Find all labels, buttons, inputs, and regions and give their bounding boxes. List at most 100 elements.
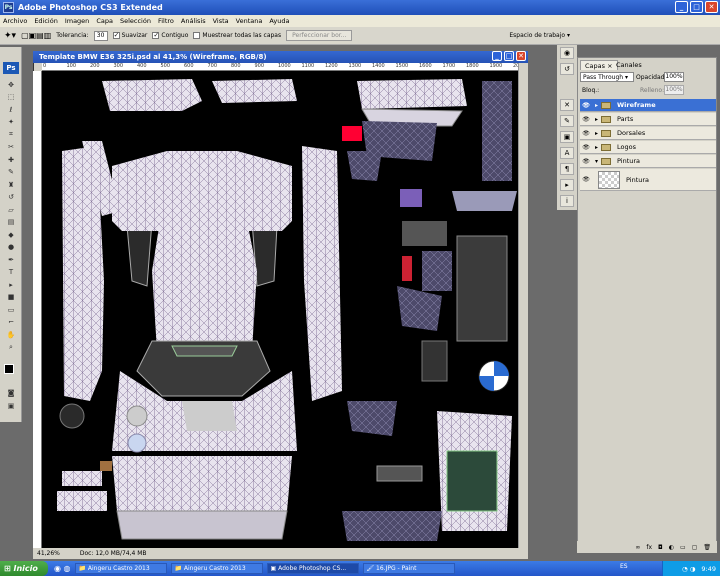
layer-row-logos[interactable]: 👁 ▸ Logos [580, 141, 716, 154]
eye-icon[interactable]: 👁 [580, 158, 592, 165]
layer-row-wireframe[interactable]: 👁 ▸ Wireframe [580, 99, 716, 112]
fill-input[interactable]: 100% [664, 85, 684, 95]
menu-vista[interactable]: Vista [213, 17, 229, 25]
doc-maximize-button[interactable]: □ [504, 51, 514, 61]
eye-icon[interactable]: 👁 [580, 116, 592, 123]
eye-icon[interactable]: 👁 [580, 144, 592, 151]
dodge-tool-icon[interactable]: ● [5, 243, 17, 252]
minimize-button[interactable]: _ [675, 1, 688, 13]
menu-edicion[interactable]: Edición [34, 17, 58, 25]
sample-all-checkbox[interactable]: Muestrear todas las capas [193, 32, 281, 39]
screen-mode-icon[interactable]: ▣ [5, 401, 17, 410]
selection-mode-icons[interactable]: ▢▣▤▥ [21, 31, 51, 40]
magic-wand-icon[interactable]: ✦▾ [4, 31, 16, 41]
magic-wand-tool-icon[interactable]: ✦ [5, 118, 17, 127]
menu-ventana[interactable]: Ventana [236, 17, 263, 25]
layer-row-pintura[interactable]: 👁 Pintura [580, 169, 716, 191]
collapse-icon[interactable]: ▾ [592, 158, 601, 165]
slice-tool-icon[interactable]: ✂ [5, 143, 17, 152]
link-layers-icon[interactable]: ∞ [635, 544, 640, 551]
contiguous-checkbox[interactable]: Contiguo [152, 31, 188, 39]
crop-tool-icon[interactable]: ⌗ [5, 130, 17, 139]
character-icon[interactable]: A [560, 147, 574, 159]
hand-tool-icon[interactable]: ✋ [5, 330, 17, 339]
notes-tool-icon[interactable]: ▭ [5, 305, 17, 314]
brushes-icon[interactable]: ✎ [560, 115, 574, 127]
actions-icon[interactable]: ▸ [560, 179, 574, 191]
foreground-color-swatch[interactable] [4, 364, 14, 374]
shape-tool-icon[interactable]: ■ [5, 293, 17, 302]
paragraph-icon[interactable]: ¶ [560, 163, 574, 175]
refine-edge-button[interactable]: Perfeccionar bor... [286, 30, 353, 41]
document-title-bar[interactable]: Template BMW E36 325i.psd al 41,3% (Wire… [33, 51, 528, 63]
layer-row-dorsales[interactable]: 👁 ▸ Dorsales [580, 127, 716, 140]
blend-mode-select[interactable]: Pass Through ▾ [580, 72, 634, 82]
healing-tool-icon[interactable]: ✚ [5, 155, 17, 164]
doc-close-button[interactable]: ✕ [516, 51, 526, 61]
close-button[interactable]: ✕ [705, 1, 718, 13]
menu-ayuda[interactable]: Ayuda [269, 17, 289, 25]
menu-capa[interactable]: Capa [96, 17, 113, 25]
maximize-button[interactable]: □ [690, 1, 703, 13]
lasso-tool-icon[interactable]: ℓ [5, 105, 17, 114]
expand-icon[interactable]: ▸ [592, 144, 601, 151]
expand-icon[interactable]: ▸ [592, 102, 601, 109]
eyedropper-tool-icon[interactable]: ⌐ [5, 318, 17, 327]
layer-row-pintura-group[interactable]: 👁 ▾ Pintura [580, 155, 716, 168]
history-brush-icon[interactable]: ↺ [5, 193, 17, 202]
tab-canales[interactable]: Canales [612, 60, 646, 70]
gradient-tool-icon[interactable]: ▤ [5, 218, 17, 227]
blur-tool-icon[interactable]: ◆ [5, 230, 17, 239]
menu-archivo[interactable]: Archivo [3, 17, 27, 25]
info-icon[interactable]: i [560, 195, 574, 207]
language-indicator[interactable]: ES [620, 563, 628, 570]
tolerance-input[interactable]: 30 [93, 30, 108, 41]
antialias-checkbox[interactable]: Suavizar [112, 31, 147, 39]
taskbar-item-folder-2[interactable]: 📁 Aingeru Castro 2013 [170, 563, 263, 574]
swatches-icon[interactable]: ✕ [560, 99, 574, 111]
eye-icon[interactable]: 👁 [580, 102, 592, 109]
expand-icon[interactable]: ▸ [592, 130, 601, 137]
tray-icons[interactable]: ◔ ◑ [682, 565, 695, 573]
taskbar-item-folder-1[interactable]: 📁 Aingeru Castro 2013 [74, 563, 167, 574]
doc-minimize-button[interactable]: _ [492, 51, 502, 61]
layer-row-parts[interactable]: 👁 ▸ Parts [580, 113, 716, 126]
taskbar-item-photoshop[interactable]: ▣ Adobe Photoshop CS... [266, 563, 359, 574]
vertical-scrollbar[interactable] [518, 63, 528, 548]
move-tool-icon[interactable]: ✥ [5, 80, 17, 89]
taskbar-item-paint[interactable]: 🖌 16.JPG - Paint [362, 563, 455, 574]
adjustment-icon[interactable]: ◐ [669, 544, 674, 551]
menu-filtro[interactable]: Filtro [158, 17, 174, 25]
navigator-icon[interactable]: ◉ [560, 47, 574, 59]
tool-presets-icon[interactable]: ▣ [560, 131, 574, 143]
quickmask-icon[interactable]: ◙ [5, 388, 17, 397]
fx-icon[interactable]: fx [646, 544, 652, 551]
menu-analisis[interactable]: Análisis [181, 17, 206, 25]
expand-icon[interactable]: ▸ [592, 116, 601, 123]
type-tool-icon[interactable]: T [5, 268, 17, 277]
trash-icon[interactable]: 🗑 [703, 544, 711, 551]
path-select-icon[interactable]: ▸ [5, 280, 17, 289]
eye-icon[interactable]: 👁 [580, 176, 592, 183]
new-group-icon[interactable]: ▭ [680, 544, 686, 551]
document-canvas[interactable] [42, 71, 518, 548]
zoom-level[interactable]: 41,26% [37, 550, 60, 557]
menu-imagen[interactable]: Imagen [65, 17, 89, 25]
workspace-dropdown[interactable]: Espacio de trabajo ▾ [509, 32, 570, 39]
new-layer-icon[interactable]: ▢ [692, 544, 698, 551]
history-icon[interactable]: ↺ [560, 63, 574, 75]
menu-seleccion[interactable]: Selección [120, 17, 151, 25]
quicklaunch-icons[interactable]: ◉ ◍ [54, 564, 71, 573]
zoom-tool-icon[interactable]: ⌕ [5, 343, 17, 352]
mask-icon[interactable]: ◘ [658, 544, 663, 551]
document-size[interactable]: Doc: 12,0 MB/74,4 MB [80, 550, 147, 557]
brush-tool-icon[interactable]: ✎ [5, 168, 17, 177]
eye-icon[interactable]: 👁 [580, 130, 592, 137]
marquee-tool-icon[interactable]: ⬚ [5, 93, 17, 102]
stamp-tool-icon[interactable]: ♜ [5, 180, 17, 189]
opacity-input[interactable]: 100% [664, 72, 684, 82]
eraser-tool-icon[interactable]: ▱ [5, 205, 17, 214]
windows-taskbar: ⊞ Inicio ◉ ◍ 📁 Aingeru Castro 2013 📁 Ain… [0, 561, 720, 576]
start-button[interactable]: ⊞ Inicio [0, 561, 48, 576]
pen-tool-icon[interactable]: ✒ [5, 255, 17, 264]
